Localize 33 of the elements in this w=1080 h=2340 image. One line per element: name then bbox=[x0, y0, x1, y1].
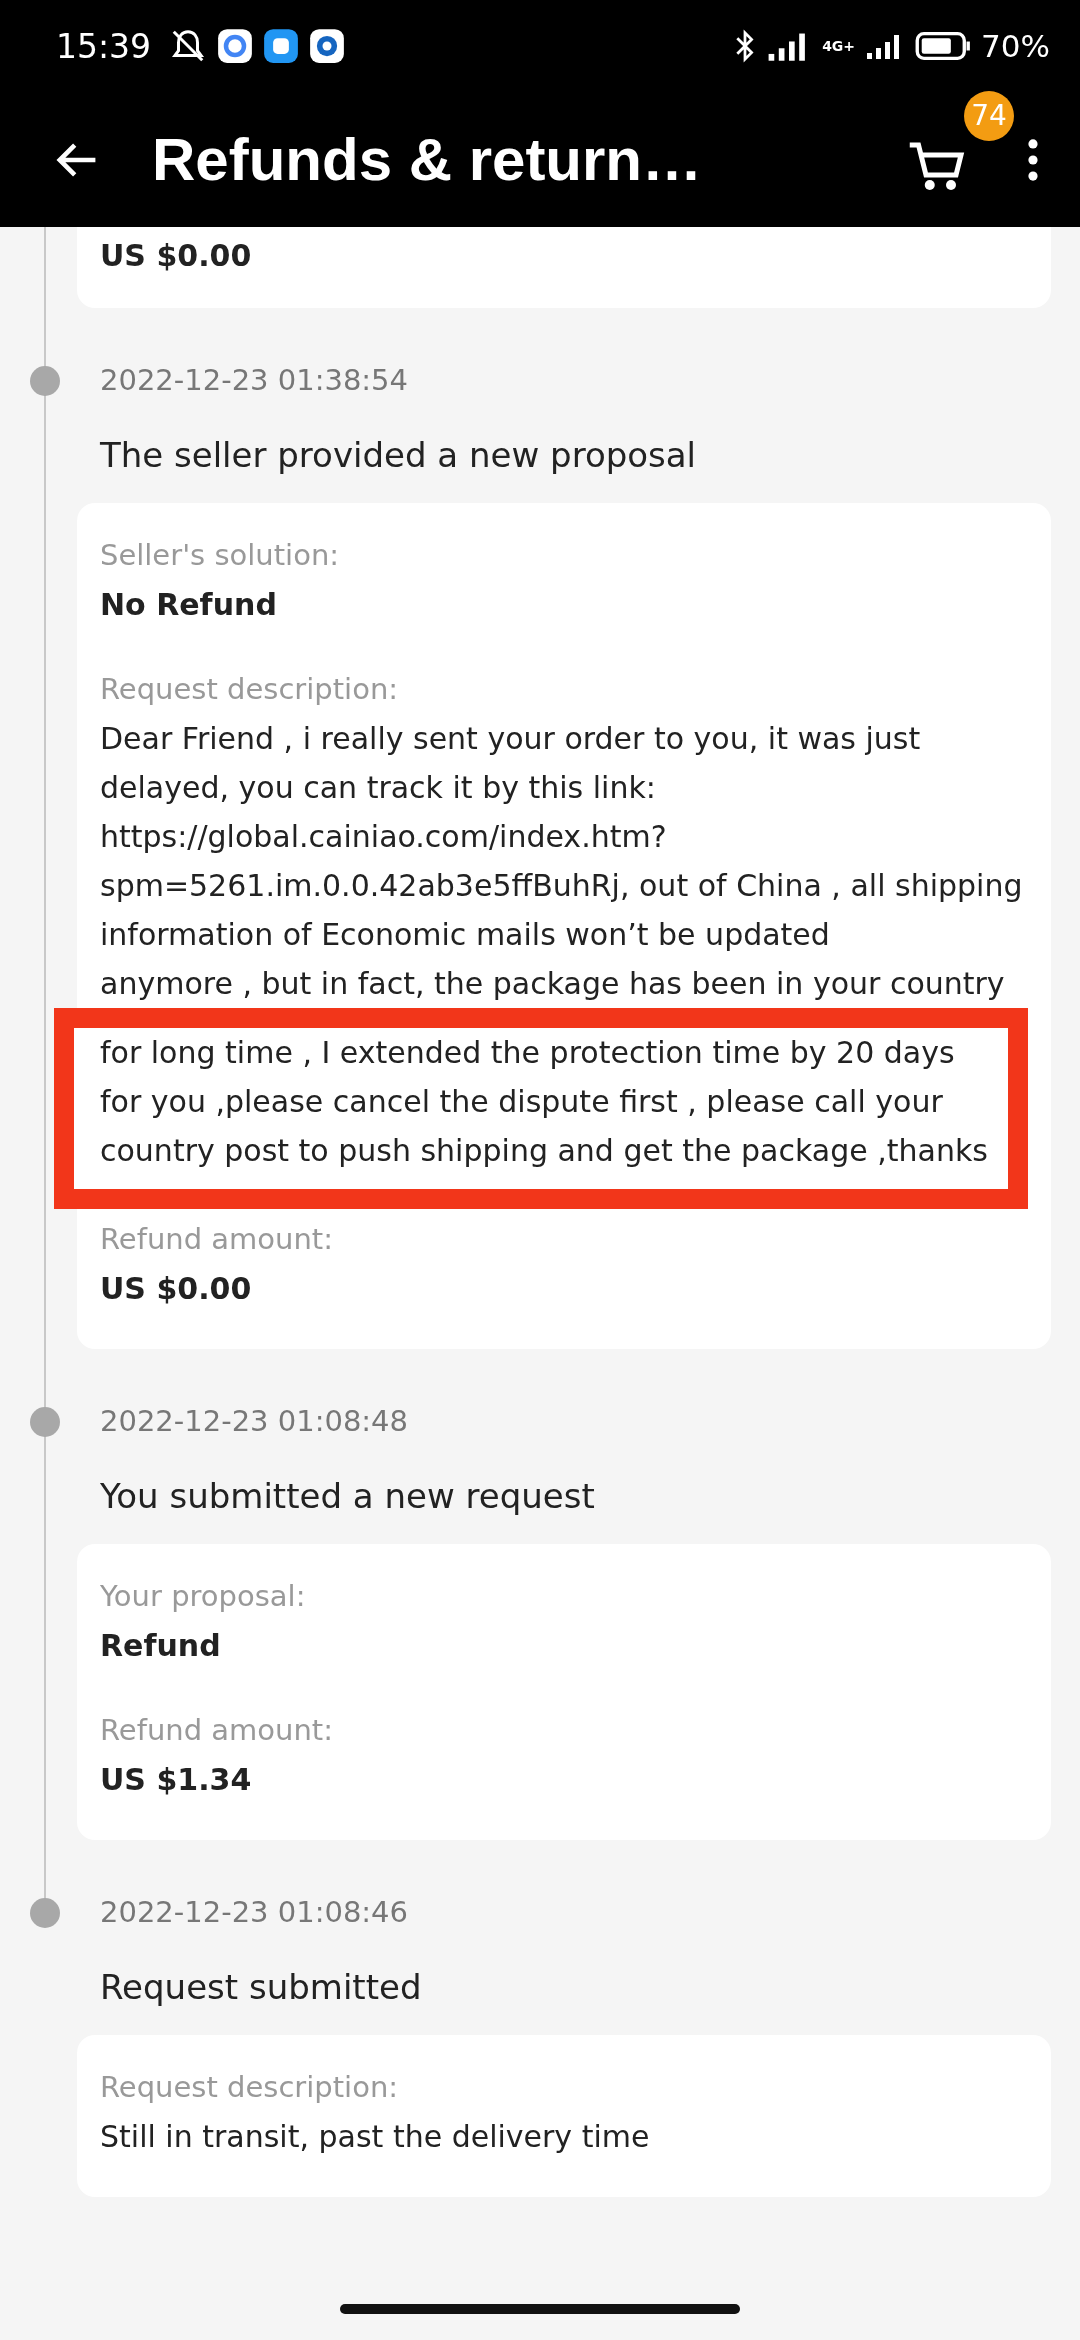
field-label: Seller's solution: bbox=[100, 537, 341, 574]
network-label: 4G+ bbox=[822, 38, 856, 54]
timeline-dot bbox=[30, 1407, 60, 1437]
field-label: Refund amount: bbox=[100, 1712, 334, 1749]
field-label: Your proposal: bbox=[100, 1578, 307, 1615]
event-date: 2022-12-23 01:08:48 bbox=[99, 1403, 409, 1440]
event-title: The seller provided a new proposal bbox=[99, 434, 698, 477]
page-title: Refunds & return… bbox=[152, 125, 704, 194]
field-value: Still in transit, past the delivery time bbox=[100, 2118, 651, 2156]
description-text: for long time , I extended the protection time by 20 days for you ,please cancel the dispute first , please call your country post to push shipping and get the package ,thanks bbox=[100, 1034, 989, 1170]
field-label: Request description: bbox=[100, 671, 400, 708]
more-icon[interactable] bbox=[1026, 136, 1040, 183]
field-label: Request description: bbox=[100, 2069, 400, 2106]
field-value: Refund bbox=[100, 1627, 222, 1665]
field-value: No Refund bbox=[100, 586, 278, 624]
timeline-dot bbox=[30, 366, 60, 396]
status-time: 15:39 bbox=[56, 26, 152, 66]
event-date: 2022-12-23 01:08:46 bbox=[99, 1894, 409, 1931]
battery-icon bbox=[915, 31, 972, 61]
refund-amount: US $0.00 bbox=[100, 237, 253, 275]
app-icon bbox=[309, 28, 346, 64]
event-title: Request submitted bbox=[99, 1966, 423, 2009]
timeline-dot bbox=[30, 1898, 60, 1928]
app-icon bbox=[217, 28, 254, 64]
field-label: Refund amount: bbox=[100, 1221, 334, 1258]
app-icon bbox=[263, 28, 300, 64]
field-value: US $0.00 bbox=[100, 1270, 253, 1308]
field-value: US $1.34 bbox=[100, 1761, 253, 1799]
battery-percent: 70% bbox=[981, 28, 1050, 64]
event-title: You submitted a new request bbox=[99, 1475, 596, 1518]
cart-count-badge: 74 bbox=[964, 90, 1014, 141]
event-date: 2022-12-23 01:38:54 bbox=[99, 362, 409, 399]
description-text: anymore , but in fact, the package has been in your country bbox=[100, 965, 1006, 1003]
